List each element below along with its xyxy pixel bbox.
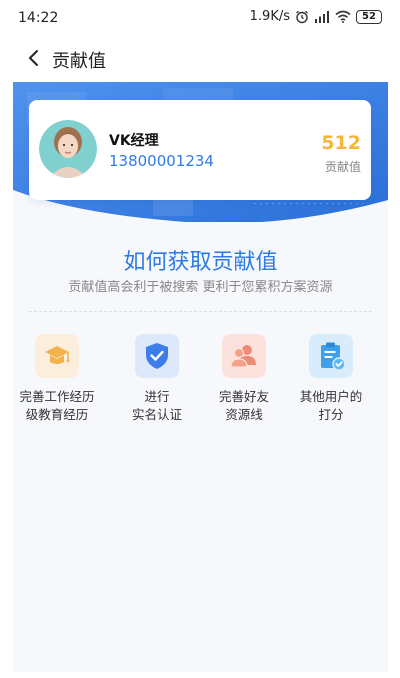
- battery-icon: 52: [356, 9, 382, 24]
- status-time: 14:22: [18, 10, 59, 26]
- user-name: VK经理: [109, 133, 159, 149]
- earn-method-friends[interactable]: 完善好友 资源线: [200, 334, 288, 424]
- earn-method-label-line: 级教育经历: [25, 407, 89, 422]
- network-speed: 1.9K/s: [249, 9, 290, 24]
- earn-method-label-line: 其他用户的: [299, 389, 363, 404]
- earn-method-label-line: 完善工作经历: [19, 389, 95, 404]
- chevron-left-icon[interactable]: [24, 48, 44, 68]
- signal-icon: [315, 11, 329, 23]
- contribution-panel: VK经理 13800001234 512 贡献值 如何获取贡献值 贡献值高会利于…: [13, 82, 388, 672]
- earn-method-real-name[interactable]: 进行 实名认证: [113, 334, 201, 424]
- dashed-divider: [29, 311, 372, 312]
- profile-card: VK经理 13800001234 512 贡献值: [29, 100, 371, 200]
- earn-method-label: 完善好友 资源线: [200, 388, 288, 424]
- earn-method-rating[interactable]: 其他用户的 打分: [287, 334, 375, 424]
- status-indicators: 1.9K/s 52: [250, 9, 382, 24]
- earn-methods: 完善工作经历 级教育经历 进行 实名认证 完善好友 资源线 其他用户的 打分: [13, 334, 388, 434]
- contribution-score: 512: [321, 132, 361, 154]
- user-phone: 13800001234: [109, 152, 214, 170]
- alarm-icon: [296, 10, 308, 23]
- avatar[interactable]: [39, 120, 97, 178]
- earn-method-label: 其他用户的 打分: [287, 388, 375, 424]
- clipboard-check-icon: [309, 334, 353, 378]
- earn-method-label-line: 资源线: [225, 407, 263, 422]
- how-to-earn-subtitle: 贡献值高会利于被搜索 更利于您累积方案资源: [68, 280, 333, 295]
- earn-method-label-line: 进行: [144, 389, 170, 404]
- graduation-cap-icon: [35, 334, 79, 378]
- earn-method-education[interactable]: 完善工作经历 级教育经历: [13, 334, 101, 424]
- earn-method-label-line: 实名认证: [131, 407, 182, 422]
- earn-method-label-line: 完善好友: [218, 389, 269, 404]
- wifi-icon: [335, 10, 351, 23]
- how-to-earn-title: 如何获取贡献值: [123, 250, 278, 275]
- users-icon: [222, 334, 266, 378]
- earn-method-label-line: 打分: [318, 407, 344, 422]
- contribution-score-label: 贡献值: [324, 160, 361, 174]
- shield-check-icon: [135, 334, 179, 378]
- status-bar: 14:22 1.9K/s 52: [0, 0, 400, 36]
- nav-bar: 贡献值: [0, 36, 400, 80]
- earn-method-label: 完善工作经历 级教育经历: [13, 388, 101, 424]
- page-title: 贡献值: [52, 51, 106, 72]
- earn-method-label: 进行 实名认证: [113, 388, 201, 424]
